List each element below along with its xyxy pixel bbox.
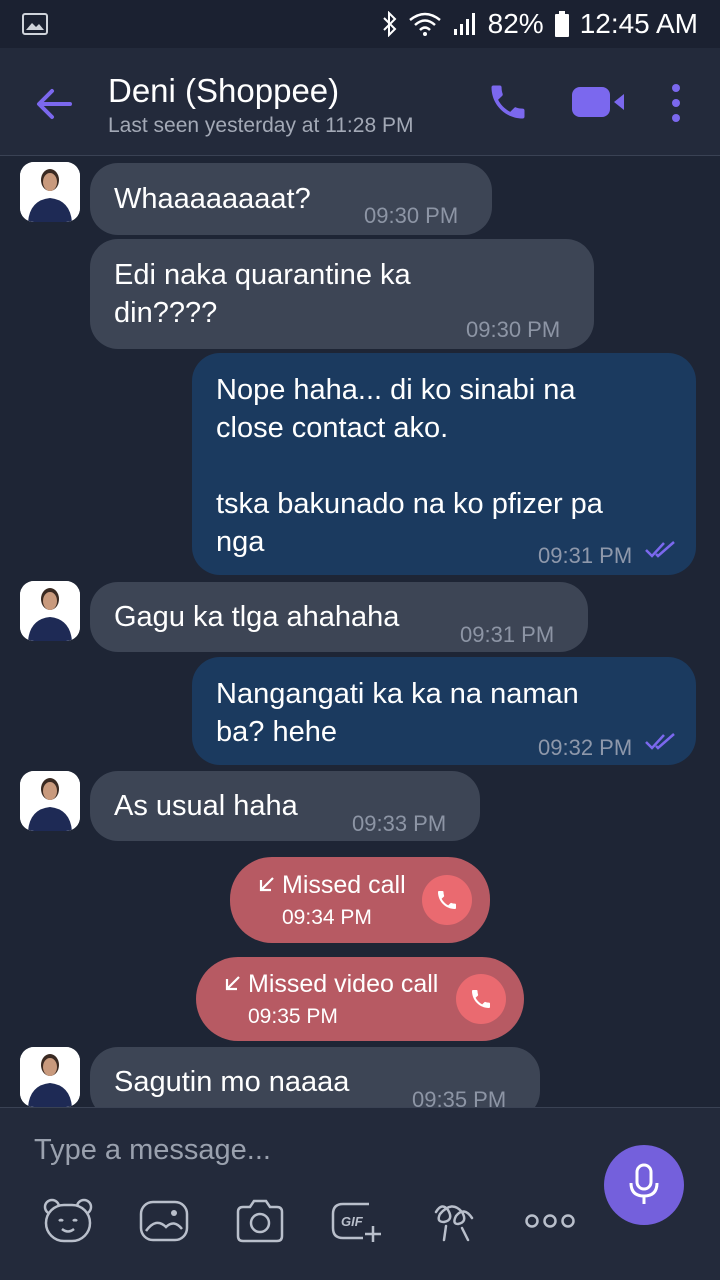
message-time: 09:30 PM	[466, 317, 561, 342]
message-composer: GIF	[0, 1107, 720, 1280]
incoming-message[interactable]: As usual haha 09:33 PM	[90, 771, 480, 841]
message-text: As usual haha	[114, 790, 298, 822]
contact-avatar[interactable]	[20, 771, 80, 831]
message-time: 09:30 PM	[364, 203, 459, 228]
missed-call-label: Missed call	[282, 871, 406, 899]
outgoing-message[interactable]: Nope haha... di ko sinabi na close conta…	[192, 353, 696, 575]
signal-icon	[453, 13, 475, 35]
missed-arrow-icon	[259, 877, 274, 892]
phone-icon	[438, 891, 456, 909]
camera-button[interactable]	[232, 1196, 288, 1246]
back-button[interactable]	[34, 84, 74, 124]
read-receipt-icon	[645, 541, 675, 558]
message-time: 09:35 PM	[412, 1087, 507, 1107]
gif-button[interactable]: GIF	[328, 1196, 384, 1246]
video-camera-icon	[572, 87, 624, 117]
message-time: 09:31 PM	[538, 543, 633, 568]
wifi-icon	[408, 12, 441, 36]
camera-icon	[236, 1199, 284, 1243]
video-call-button[interactable]	[570, 82, 628, 122]
incoming-message[interactable]: Gagu ka tlga ahahaha 09:31 PM	[90, 582, 588, 652]
sticker-button[interactable]	[40, 1196, 96, 1246]
contact-avatar[interactable]	[20, 162, 80, 222]
more-horizontal-icon	[525, 1214, 575, 1228]
missed-call-notice[interactable]: Missed call 09:34 PM	[230, 857, 490, 943]
avatar-image	[20, 581, 80, 641]
contact-name[interactable]: Deni (Shoppee)	[108, 72, 339, 110]
missed-arrow-icon	[225, 976, 240, 991]
message-time: 09:31 PM	[460, 622, 555, 647]
avatar-image	[20, 771, 80, 831]
more-options-button[interactable]	[664, 80, 688, 126]
message-time: 09:33 PM	[352, 811, 447, 836]
message-input[interactable]	[34, 1128, 574, 1172]
avatar-image	[20, 162, 80, 222]
message-text: Edi naka quarantine ka din????	[114, 259, 411, 329]
missed-call-time: 09:35 PM	[248, 1005, 338, 1028]
microphone-icon	[629, 1163, 659, 1204]
doodle-icon	[434, 1205, 474, 1242]
missed-video-call-notice[interactable]: Missed video call 09:35 PM	[196, 957, 524, 1041]
message-text: Nangangati ka ka na naman ba? hehe	[216, 678, 579, 748]
image-icon	[139, 1200, 189, 1242]
status-bar: 82% 12:45 AM	[0, 0, 720, 48]
call-back-button[interactable]	[422, 875, 472, 925]
gallery-button[interactable]	[136, 1196, 192, 1246]
missed-call-label: Missed video call	[248, 970, 439, 998]
incoming-message[interactable]: Edi naka quarantine ka din???? 09:30 PM	[90, 239, 594, 349]
outgoing-message[interactable]: Nangangati ka ka na naman ba? hehe 09:32…	[192, 657, 696, 765]
last-seen-status: Last seen yesterday at 11:28 PM	[108, 114, 414, 137]
read-receipt-icon	[645, 733, 675, 750]
message-list[interactable]: Whaaaaaaaat? 09:30 PM Edi naka quarantin…	[0, 157, 720, 1107]
message-text: Nope haha... di ko sinabi na close conta…	[216, 374, 603, 558]
incoming-message[interactable]: Sagutin mo naaaa 09:35 PM	[90, 1047, 540, 1107]
more-attachments-button[interactable]	[522, 1196, 578, 1246]
incoming-message[interactable]: Whaaaaaaaat? 09:30 PM	[90, 163, 492, 235]
back-arrow-icon	[37, 89, 72, 119]
message-time: 09:32 PM	[538, 735, 633, 760]
phone-icon	[491, 85, 525, 119]
message-text: Sagutin mo naaaa	[114, 1066, 350, 1098]
chat-header: Deni (Shoppee) Last seen yesterday at 11…	[0, 48, 720, 156]
battery-icon	[554, 11, 569, 37]
voice-record-button[interactable]	[604, 1145, 684, 1225]
voice-call-button[interactable]	[486, 80, 530, 124]
more-vertical-icon	[672, 84, 680, 122]
bear-sticker-icon	[43, 1198, 93, 1243]
gallery-notification-icon	[22, 13, 48, 35]
avatar-image	[20, 1047, 80, 1107]
bluetooth-icon	[382, 11, 397, 37]
gif-icon: GIF	[331, 1202, 381, 1242]
message-text: Whaaaaaaaat?	[114, 183, 311, 215]
contact-avatar[interactable]	[20, 581, 80, 641]
contact-avatar[interactable]	[20, 1047, 80, 1107]
battery-percent: 82%	[487, 8, 544, 39]
message-text: Gagu ka tlga ahahaha	[114, 601, 400, 633]
phone-icon	[472, 990, 490, 1008]
call-back-button[interactable]	[456, 974, 506, 1024]
clock: 12:45 AM	[579, 8, 698, 39]
missed-call-time: 09:34 PM	[282, 906, 372, 929]
svg-text:GIF: GIF	[341, 1214, 364, 1229]
doodle-button[interactable]	[426, 1196, 482, 1246]
